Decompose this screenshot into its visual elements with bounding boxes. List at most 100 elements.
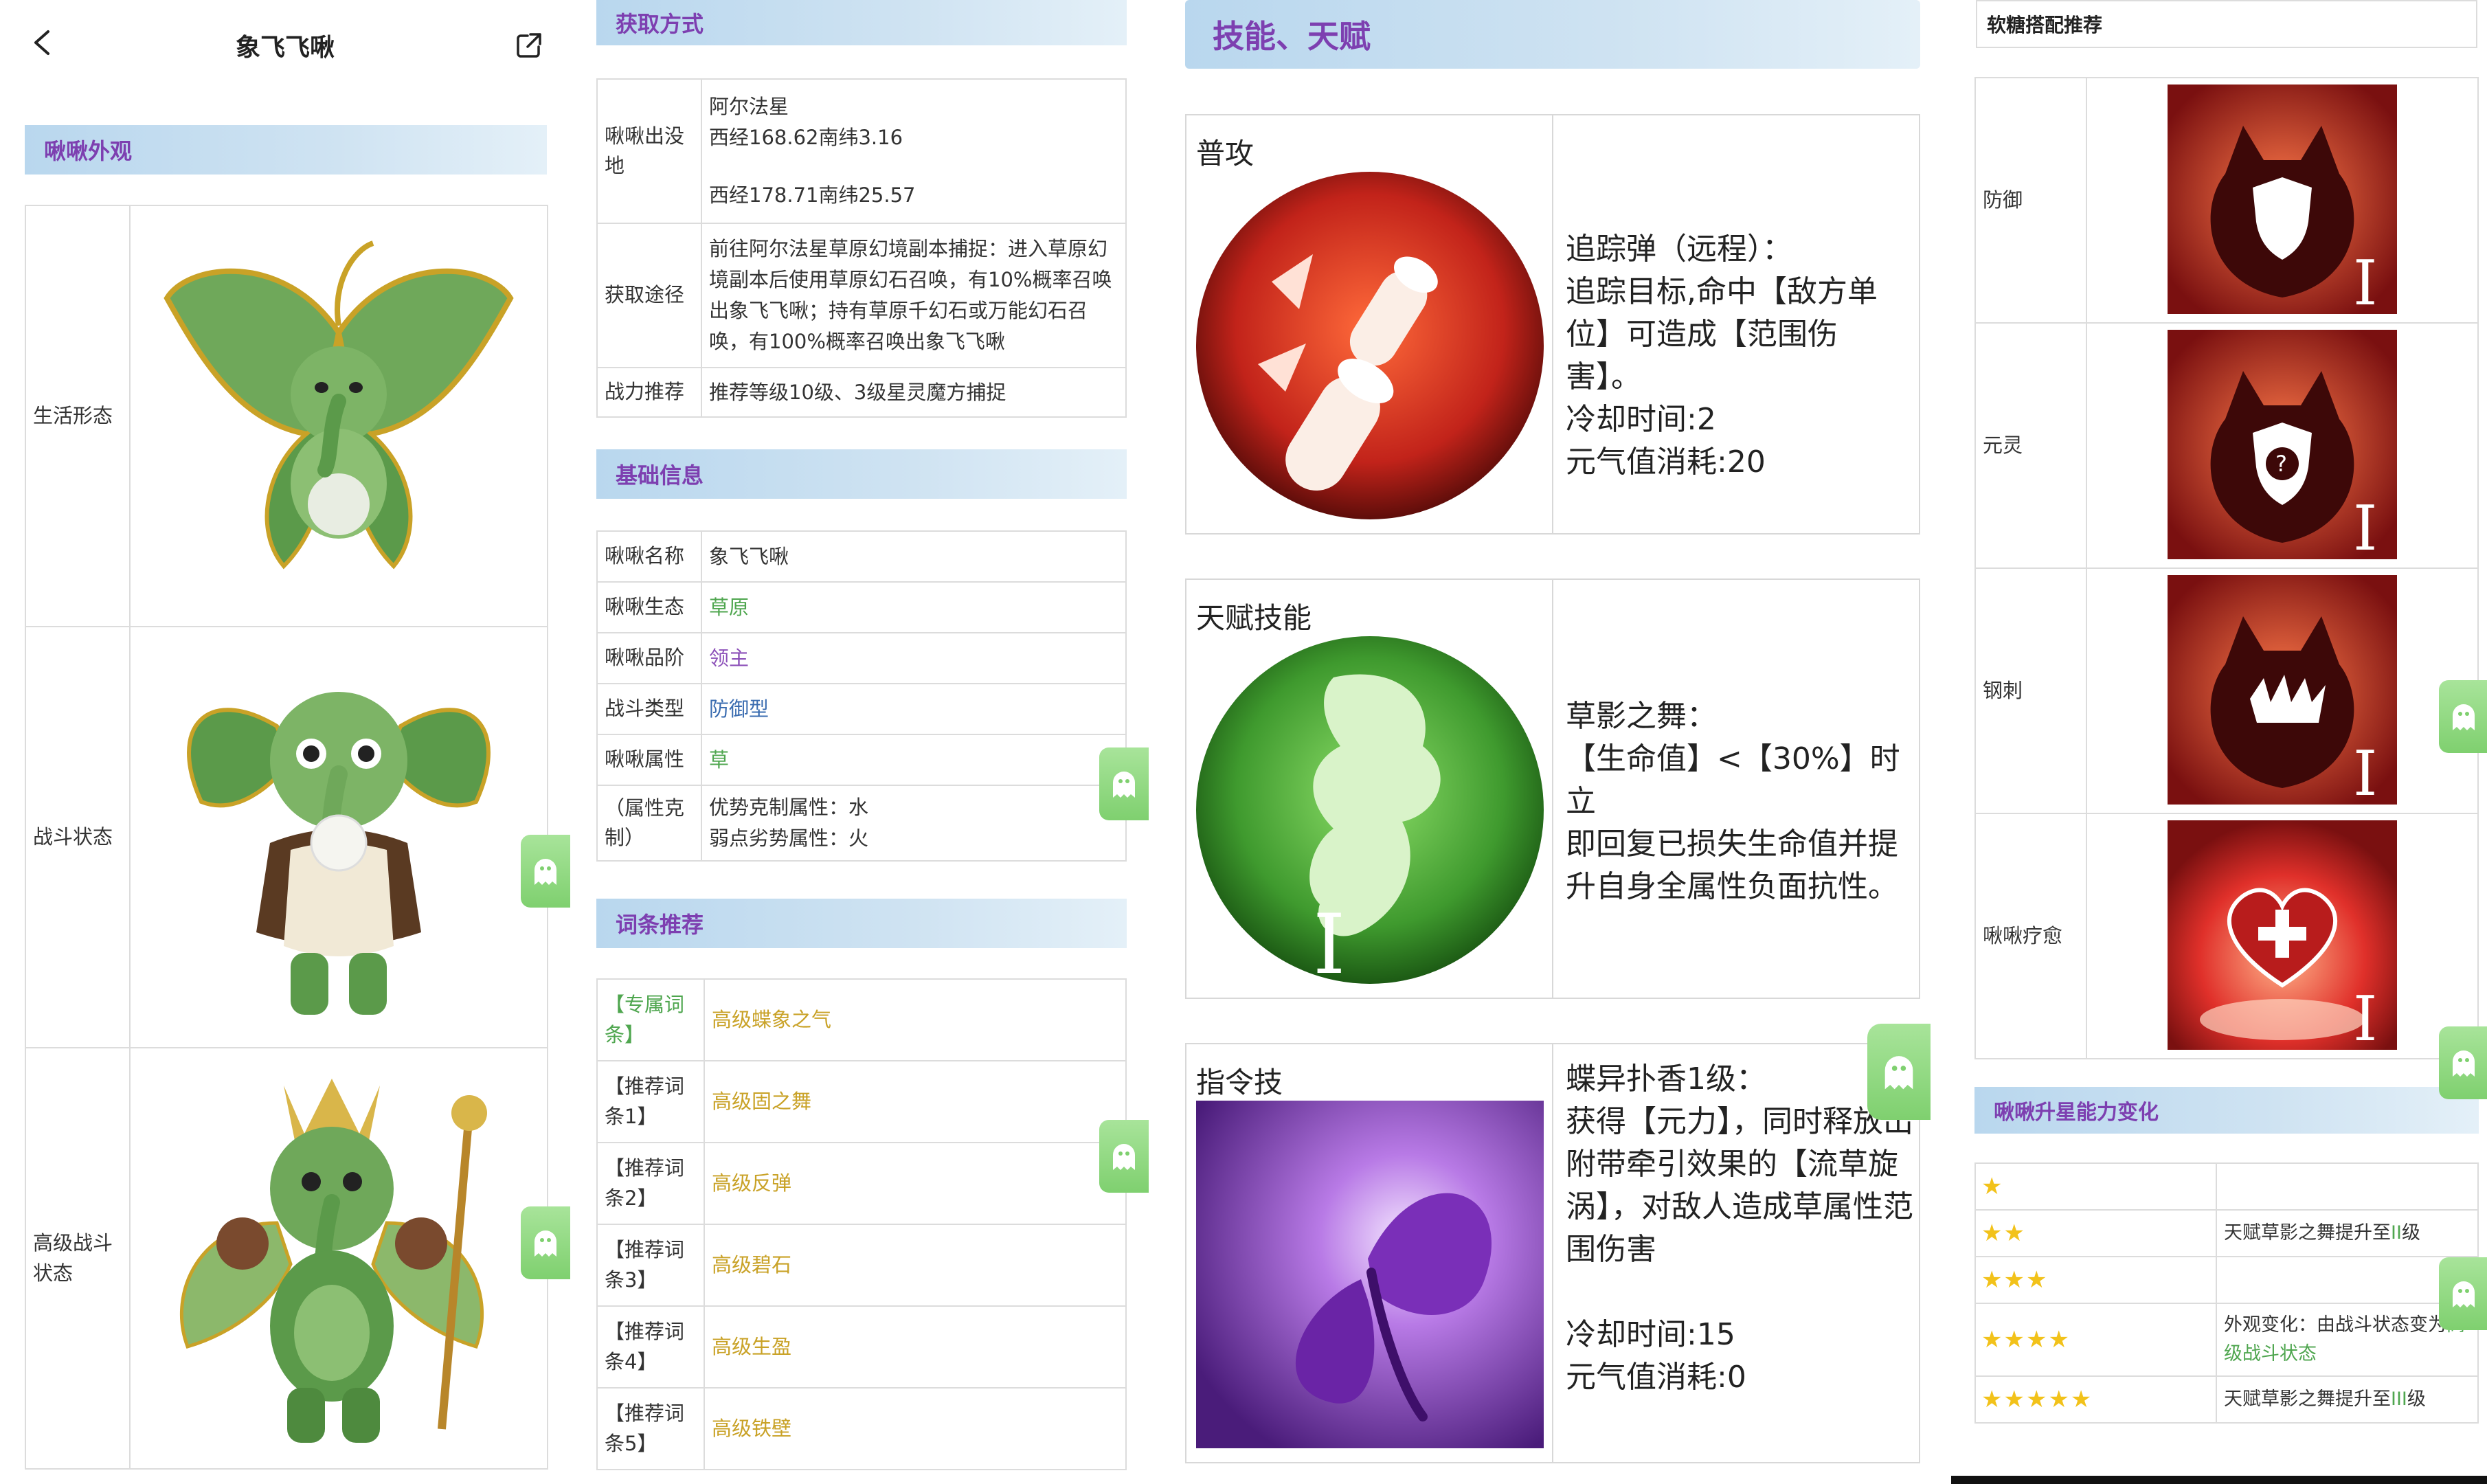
section-title: 获取方式 — [616, 11, 704, 37]
row-value[interactable]: 高级蝶象之气 — [704, 978, 1127, 1061]
grass-leaf-icon: I — [1196, 636, 1544, 984]
table-row: 战斗类型 防御型 — [596, 683, 1127, 735]
row-value[interactable]: 领主 — [701, 632, 1127, 684]
row-label: 钢刺 — [1974, 567, 2087, 814]
candy-level-badge: I — [2353, 493, 2378, 559]
table-row: 啾啾生态 草原 — [596, 581, 1127, 633]
appearance-table: 生活形态 战斗状态 高级战斗状态 — [25, 205, 548, 1470]
table-row: ★ — [1974, 1162, 2479, 1211]
row-value[interactable]: 高级铁壁 — [704, 1387, 1127, 1470]
counter-line: 弱点劣势属性：火 — [709, 827, 869, 850]
side-tab-button[interactable] — [1099, 1120, 1149, 1193]
desc-line: 位】可造成【范围伤害】。 — [1566, 317, 1838, 394]
ghost-icon — [2453, 1050, 2475, 1077]
section-title: 软糖搭配推荐 — [1987, 14, 2103, 36]
side-tab-button[interactable] — [1099, 747, 1149, 820]
desc-line: 追踪目标,命中【敌方单 — [1566, 274, 1878, 309]
skills-column: 技能、天赋 普攻 追踪弹（远程）： 追踪目标,命中【敌方单 位】可造成【范围伤害… — [1151, 0, 1931, 1484]
star-rating: ★★★★★ — [1974, 1375, 2217, 1424]
table-row: 元灵 ? I — [1974, 322, 2479, 569]
side-tab-button[interactable] — [2439, 1257, 2487, 1330]
section-appearance: 啾啾外观 — [25, 125, 547, 175]
desc-line: 冷却时间:15 — [1566, 1317, 1735, 1352]
star-rating: ★ — [1974, 1162, 2217, 1211]
row-label: 【推荐词条5】 — [596, 1387, 705, 1470]
form-image-cell — [129, 1047, 548, 1470]
row-value[interactable]: 草 — [701, 734, 1127, 786]
side-tab-button[interactable] — [521, 835, 570, 908]
star-up-text: 天赋草影之舞提升至II级 — [2216, 1209, 2479, 1257]
defense-shield-icon[interactable]: I — [2168, 84, 2397, 319]
side-tab-button[interactable] — [2439, 680, 2487, 753]
candy-table: 防御 I 元灵 ? I 钢刺 I 啾啾疗愈 I — [1974, 77, 2479, 1059]
row-label: 战力推荐 — [596, 367, 702, 418]
desc-line: 追踪弹（远程）： — [1566, 232, 1792, 267]
row-value[interactable]: 高级生盈 — [704, 1305, 1127, 1389]
table-row: 【推荐词条5】 高级铁壁 — [596, 1387, 1127, 1470]
creature-life-form-image — [164, 240, 514, 569]
row-value[interactable]: 高级碧石 — [704, 1224, 1127, 1307]
row-label: 啾啾属性 — [596, 734, 702, 786]
skill-name: 指令技 — [1196, 1066, 1283, 1099]
location-cell: 阿尔法星 西经168.62南纬3.16 西经178.71南纬25.57 — [701, 78, 1127, 224]
row-label: 战斗类型 — [596, 683, 702, 735]
desc-line: 元气值消耗:0 — [1566, 1360, 1746, 1395]
table-row: ★★ 天赋草影之舞提升至II级 — [1974, 1209, 2479, 1257]
row-label: （属性克制） — [596, 785, 702, 862]
section-title: 啾啾升星能力变化 — [1994, 1101, 2159, 1125]
location-line: 西经168.62南纬3.16 — [709, 125, 903, 149]
star-rating: ★★ — [1974, 1209, 2217, 1257]
candy-image-cell: I — [2086, 77, 2479, 324]
row-label: 战斗状态 — [25, 626, 131, 1048]
skill-name: 天赋技能 — [1196, 601, 1312, 635]
skill-level-badge: I — [1313, 897, 1345, 984]
candy-image-cell: I — [2086, 567, 2479, 814]
row-label: 防御 — [1974, 77, 2087, 324]
ghost-icon — [534, 1230, 556, 1257]
side-tab-button[interactable] — [521, 1206, 570, 1279]
row-value[interactable]: 高级反弹 — [704, 1142, 1127, 1225]
question-glyph: ? — [2275, 451, 2287, 477]
spirit-shield-icon[interactable]: ? I — [2168, 329, 2397, 565]
skill-description: 追踪弹（远程）： 追踪目标,命中【敌方单 位】可造成【范围伤害】。 冷却时间:2… — [1566, 228, 1909, 484]
candy-column: 软糖搭配推荐 防御 I 元灵 ? I 钢刺 I 啾啾疗愈 I 啾啾升星能力变化 … — [1931, 0, 2487, 1484]
table-row: 【推荐词条4】 高级生盈 — [596, 1305, 1127, 1389]
table-row: ★★★ — [1974, 1256, 2479, 1304]
section-acquire: 获取方式 — [596, 0, 1127, 45]
table-row: 高级战斗状态 — [25, 1047, 548, 1470]
table-row: 【推荐词条1】 高级固之舞 — [596, 1060, 1127, 1143]
form-image-cell — [129, 626, 548, 1048]
table-row: 【推荐词条2】 高级反弹 — [596, 1142, 1127, 1225]
ghost-icon — [2453, 704, 2475, 730]
candy-level-badge: I — [2353, 983, 2378, 1050]
page-title: 象飞飞啾 — [235, 34, 335, 62]
row-value[interactable]: 草原 — [701, 581, 1127, 633]
share-icon[interactable] — [515, 32, 543, 59]
table-row: ★★★★★ 天赋草影之舞提升至III级 — [1974, 1375, 2479, 1424]
side-tab-button[interactable] — [1867, 1024, 1931, 1120]
form-image-cell — [129, 205, 548, 627]
appearance-column: 象飞飞啾 啾啾外观 生活形态 战斗状态 高级战斗状态 — [0, 0, 570, 1484]
entries-table: 【专属词条】 高级蝶象之气 【推荐词条1】 高级固之舞 【推荐词条2】 高级反弹… — [596, 978, 1127, 1470]
side-tab-button[interactable] — [2439, 1026, 2487, 1099]
heal-heart-icon[interactable]: I — [2168, 820, 2397, 1055]
row-value[interactable]: 高级固之舞 — [704, 1060, 1127, 1143]
table-row: 啾啾名称 象飞飞啾 — [596, 530, 1127, 583]
location-line: 西经178.71南纬25.57 — [709, 183, 916, 207]
desc-line: 涡】，对敌人造成草属性范 — [1566, 1189, 1913, 1224]
row-label: 生活形态 — [25, 205, 131, 627]
acquire-table: 啾啾出没地 阿尔法星 西经168.62南纬3.16 西经178.71南纬25.5… — [596, 78, 1127, 418]
text-pre: 外观变化：由战斗状态变为 — [2224, 1314, 2446, 1336]
ghost-icon — [1113, 1144, 1135, 1170]
table-row: 啾啾属性 草 — [596, 734, 1127, 786]
section-basic: 基础信息 — [596, 449, 1127, 499]
row-value[interactable]: 防御型 — [701, 683, 1127, 735]
counter-cell: 优势克制属性：水 弱点劣势属性：火 — [701, 785, 1127, 862]
skill-description: 草影之舞： 【生命值】<【30%】时立 即回复已损失生命值并提 升自身全属性负面… — [1566, 695, 1909, 908]
route-text: 前往阿尔法星草原幻境副本捕捉：进入草原幻境副本后使用草原幻石召唤，有10%概率召… — [701, 223, 1127, 368]
info-column: 获取方式 啾啾出没地 阿尔法星 西经168.62南纬3.16 西经178.71南… — [570, 0, 1151, 1484]
row-label: 获取途径 — [596, 223, 702, 368]
row-label: 【推荐词条1】 — [596, 1060, 705, 1143]
steel-spike-icon[interactable]: I — [2168, 574, 2397, 810]
text-pre: 天赋草影之舞提升至 — [2224, 1389, 2391, 1410]
